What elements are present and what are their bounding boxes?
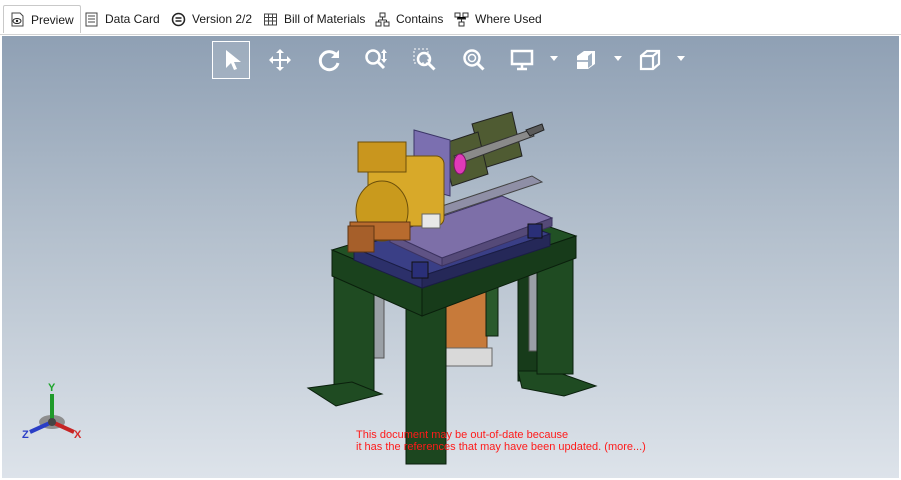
tab-label: Data Card [105, 12, 160, 26]
chevron-down-icon [550, 55, 558, 61]
view-orientation-tool-button[interactable] [631, 41, 669, 79]
table-icon [264, 13, 277, 25]
zoom-to-fit-tool-button[interactable] [455, 41, 493, 79]
eye-document-icon [11, 12, 24, 27]
cad-assembly-model [306, 111, 598, 465]
warning-line-2-text: it has the references that may have been… [356, 441, 602, 453]
tab-data-card[interactable]: Data Card [78, 5, 166, 33]
model-viewport[interactable]: Y X Z This document may be out-of-date b… [2, 36, 899, 478]
tab-version[interactable]: Version 2/2 [165, 5, 258, 33]
version-icon [171, 12, 186, 26]
select-tool-button[interactable] [212, 41, 250, 79]
tab-where-used[interactable]: Where Used [448, 5, 548, 33]
display-style-tool-button[interactable] [503, 41, 541, 79]
tab-label: Contains [396, 12, 444, 26]
monitor-icon [510, 49, 534, 71]
where-used-icon [454, 12, 469, 26]
chevron-down-icon [677, 55, 685, 61]
triad-y-label: Y [48, 382, 56, 394]
section-view-tool-button[interactable] [567, 41, 605, 79]
arrow-cursor-icon [226, 50, 241, 70]
section-view-dropdown[interactable] [613, 53, 623, 63]
out-of-date-warning: This document may be out-of-date because… [356, 429, 646, 453]
tab-label: Version 2/2 [192, 12, 253, 26]
pan-tool-button[interactable] [261, 41, 299, 79]
tab-label: Where Used [475, 12, 542, 26]
warning-line-1: This document may be out-of-date because [356, 429, 569, 441]
zoom-to-area-tool-button[interactable] [406, 41, 444, 79]
axis-triad: Y X Z [18, 382, 88, 444]
move-arrows-icon [269, 49, 291, 71]
display-style-dropdown[interactable] [549, 53, 559, 63]
more-info-link[interactable]: (more...) [604, 441, 646, 453]
section-view-icon [577, 51, 595, 69]
triad-x-label: X [74, 429, 82, 441]
zoom-area-icon [413, 48, 436, 71]
zoom-in-out-tool-button[interactable] [357, 41, 395, 79]
zoom-in-out-icon [365, 49, 387, 70]
cube-view-icon [639, 49, 661, 71]
zoom-fit-icon [463, 49, 485, 71]
rotate-icon [318, 50, 340, 72]
tab-label: Bill of Materials [284, 12, 366, 26]
warning-line-2: it has the references that may have been… [356, 441, 646, 453]
tab-bill-of-materials[interactable]: Bill of Materials [257, 5, 371, 33]
data-card-icon [85, 12, 98, 26]
tab-preview[interactable]: Preview [3, 5, 81, 33]
triad-z-label: Z [22, 429, 29, 441]
chevron-down-icon [614, 55, 622, 61]
tab-contains[interactable]: Contains [369, 5, 449, 33]
hierarchy-icon [375, 12, 390, 26]
view-orientation-dropdown[interactable] [676, 53, 686, 63]
tab-bar: Preview Data Card Version 2/2 Bill of Ma… [0, 0, 901, 35]
rotate-tool-button[interactable] [310, 41, 348, 79]
tab-label: Preview [31, 12, 74, 27]
